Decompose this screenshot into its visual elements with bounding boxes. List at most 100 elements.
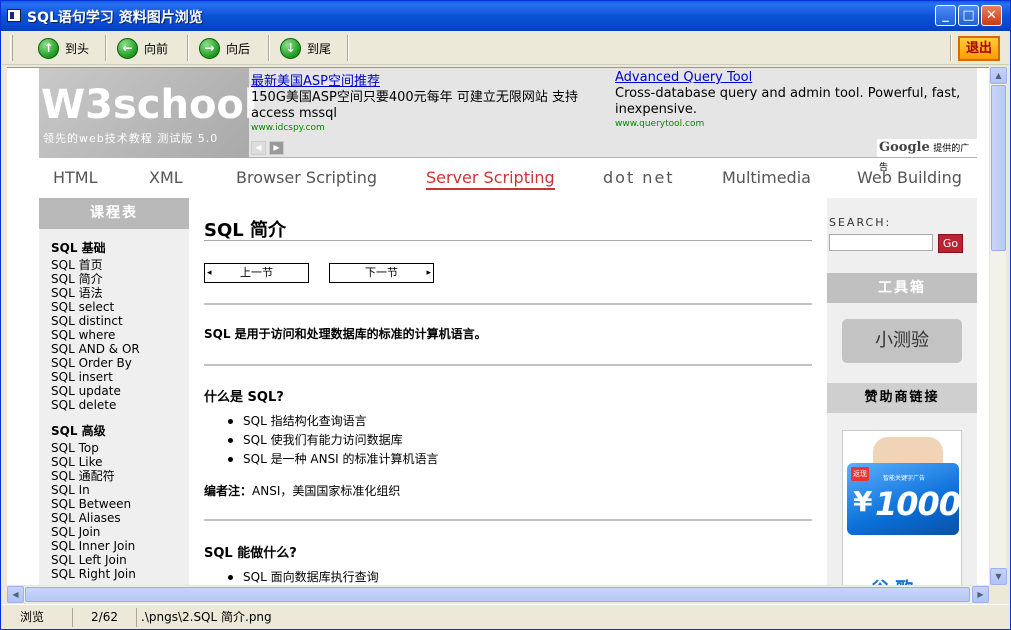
ad-block: Advanced Query Tool Cross-database query…: [615, 70, 965, 129]
image-viewport: W3school 领先的web技术教程 测试版 5.0 最新美国ASP空间推荐 …: [7, 67, 989, 585]
next-section-button[interactable]: 下一节: [329, 263, 434, 283]
prev-section-button[interactable]: 上一节: [204, 263, 309, 283]
what-can-sql-do-list: SQL 面向数据库执行查询: [228, 568, 379, 585]
nav-browser-scripting[interactable]: Browser Scripting: [236, 168, 377, 187]
sponsor-head: 赞助商链接: [827, 383, 977, 413]
exit-button[interactable]: 退出: [958, 36, 1000, 61]
sidebar-item[interactable]: SQL Aliases: [51, 511, 189, 525]
nav-xml[interactable]: XML: [149, 168, 183, 187]
next-button[interactable]: → 向后: [199, 35, 250, 61]
nav-multimedia[interactable]: Multimedia: [722, 168, 811, 187]
ad-text: 150G美国ASP空间只要400元每年 可建立无限网站 支持access mss…: [251, 90, 578, 121]
nav-dot-net[interactable]: dot net: [603, 168, 675, 187]
maximize-button[interactable]: □: [958, 5, 979, 26]
scroll-down-icon[interactable]: ▼: [990, 568, 1007, 585]
nav-web-building[interactable]: Web Building: [857, 168, 962, 187]
ad-link[interactable]: Advanced Query Tool: [615, 70, 752, 85]
sidebar-item[interactable]: SQL Top: [51, 441, 189, 455]
sidebar-item[interactable]: SQL delete: [51, 398, 189, 412]
toolbox-head: 工具箱: [827, 273, 977, 303]
prev-button[interactable]: ← 向前: [117, 35, 168, 61]
what-is-sql-list: SQL 指结构化查询语言 SQL 使我们有能力访问数据库 SQL 是一种 ANSI …: [228, 412, 439, 469]
arrow-right-icon: →: [199, 37, 220, 59]
minimize-button[interactable]: _: [935, 5, 956, 26]
sidebar-item[interactable]: SQL Order By: [51, 356, 189, 370]
sidebar-item[interactable]: SQL 首页: [51, 258, 189, 272]
ad-url[interactable]: www.idcspy.com: [251, 123, 603, 133]
sidebar-item[interactable]: SQL select: [51, 300, 189, 314]
sponsor-brand: 谷 歌: [871, 575, 913, 585]
arrow-down-icon: ↓: [280, 37, 301, 59]
card-currency: ¥: [853, 485, 873, 518]
divider: [204, 364, 812, 366]
page-title: SQL 简介: [204, 198, 812, 241]
banner: W3school 领先的web技术教程 测试版 5.0 最新美国ASP空间推荐 …: [39, 68, 977, 173]
google-ads-label[interactable]: Google 提供的广告: [877, 139, 977, 173]
ad-text: Cross-database query and admin tool. Pow…: [615, 86, 961, 117]
sidebar-item[interactable]: SQL Inner Join: [51, 539, 189, 553]
quiz-button[interactable]: 小测验: [842, 319, 962, 363]
sidebar-item[interactable]: SQL update: [51, 384, 189, 398]
scroll-right-icon[interactable]: ▶: [972, 586, 989, 603]
sponsor-ad[interactable]: 返现 智能关键字广告 ¥ 1000 谷 歌: [842, 430, 962, 585]
logo-text: W3school: [41, 82, 258, 128]
status-path: .\pngs\2.SQL 简介.png: [136, 608, 536, 627]
prev-label: 向前: [144, 41, 169, 56]
list-item: SQL 指结构化查询语言: [228, 412, 439, 431]
last-button[interactable]: ↓ 到尾: [280, 35, 331, 61]
toolbar-separator: [347, 35, 349, 61]
scroll-corner: [989, 585, 1006, 602]
horizontal-scroll-thumb[interactable]: [25, 587, 970, 602]
sidebar-advanced-list: SQL Top SQL Like SQL 通配符 SQL In SQL Between S…: [39, 441, 189, 581]
sidebar-item[interactable]: SQL Left Join: [51, 553, 189, 567]
right-sidebar: SEARCH: Go 工具箱 小测验 赞助商链接 返现 智能关键字广告 ¥ 10…: [827, 198, 977, 585]
card-amount: 1000: [875, 485, 961, 523]
search-go-button[interactable]: Go: [938, 234, 963, 253]
toolbar-grip[interactable]: [10, 35, 13, 61]
app-icon: [7, 9, 21, 22]
ad-next-icon[interactable]: ▶: [269, 141, 284, 155]
nav-html[interactable]: HTML: [53, 168, 98, 187]
sidebar-item[interactable]: SQL Between: [51, 497, 189, 511]
toolbar-separator: [187, 35, 189, 61]
sidebar-item[interactable]: SQL In: [51, 483, 189, 497]
note-label: 编者注：: [204, 484, 253, 498]
next-label: 向后: [226, 41, 251, 56]
card-tag: 返现: [851, 467, 869, 481]
horizontal-scrollbar[interactable]: ◀ ▶: [7, 585, 989, 603]
ad-link[interactable]: 最新美国ASP空间推荐: [251, 74, 380, 89]
sidebar-item[interactable]: SQL AND & OR: [51, 342, 189, 356]
vertical-scroll-thumb[interactable]: [991, 85, 1006, 251]
title-bar: SQL语句学习 资料图片浏览 _ □ ✕: [1, 1, 1010, 31]
ad-prev-icon[interactable]: ◀: [251, 141, 266, 155]
sidebar-item[interactable]: SQL Right Join: [51, 567, 189, 581]
editor-note: 编者注：ANSI，美国国家标准化组织: [204, 482, 400, 499]
sidebar-item[interactable]: SQL Join: [51, 525, 189, 539]
status-position: 2/62: [72, 608, 136, 627]
google-logo: Google: [879, 140, 930, 155]
sidebar-item[interactable]: SQL insert: [51, 370, 189, 384]
nav-server-scripting[interactable]: Server Scripting: [426, 168, 555, 190]
ad-url[interactable]: www.querytool.com: [615, 119, 965, 129]
sidebar-item[interactable]: SQL 简介: [51, 272, 189, 286]
sidebar-item[interactable]: SQL 语法: [51, 286, 189, 300]
sidebar-item[interactable]: SQL 通配符: [51, 469, 189, 483]
sidebar-item[interactable]: SQL Like: [51, 455, 189, 469]
scroll-left-icon[interactable]: ◀: [7, 586, 24, 603]
app-window: SQL语句学习 资料图片浏览 _ □ ✕ ↑ 到头 ← 向前 → 向后 ↓ 到尾…: [0, 0, 1011, 630]
first-label: 到头: [65, 41, 90, 56]
search-input[interactable]: [829, 234, 933, 251]
vertical-scrollbar[interactable]: ▲ ▼: [989, 67, 1007, 585]
intro-text: SQL 是用于访问和处理数据库的标准的计算机语言。: [204, 327, 487, 341]
close-button[interactable]: ✕: [981, 5, 1002, 26]
sidebar-item[interactable]: SQL distinct: [51, 314, 189, 328]
first-button[interactable]: ↑ 到头: [38, 35, 89, 61]
scroll-up-icon[interactable]: ▲: [990, 67, 1007, 84]
sidebar-group-basics: SQL 基础: [51, 241, 106, 255]
list-item: SQL 面向数据库执行查询: [228, 568, 379, 585]
w3school-logo[interactable]: W3school 领先的web技术教程 测试版 5.0: [39, 68, 258, 158]
arrow-left-icon: ←: [117, 37, 138, 59]
ad-pager: ◀ ▶: [251, 141, 284, 155]
divider: [204, 303, 812, 305]
sidebar-item[interactable]: SQL where: [51, 328, 189, 342]
